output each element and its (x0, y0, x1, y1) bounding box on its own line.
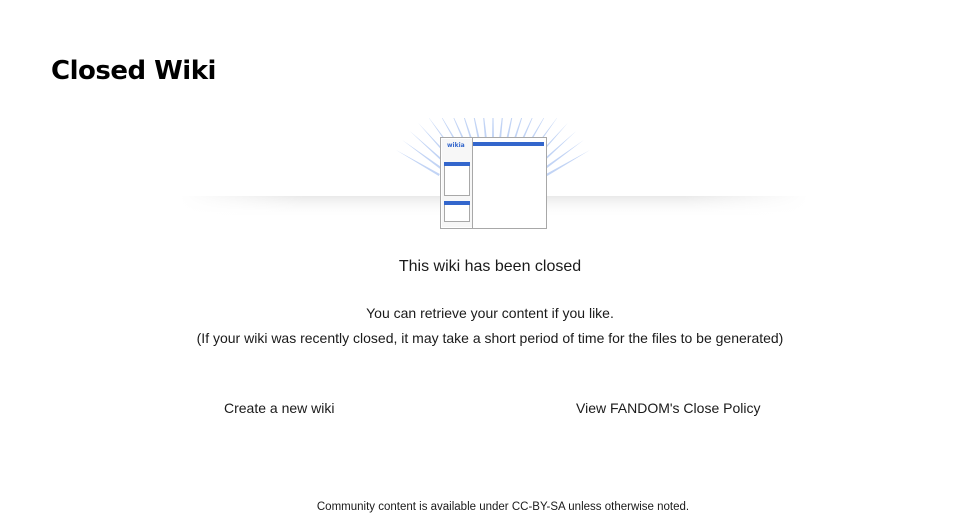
browser-window-icon: wikia (440, 137, 547, 229)
close-policy-link[interactable]: View FANDOM's Close Policy (576, 400, 760, 416)
closed-heading: This wiki has been closed (398, 258, 582, 275)
page-title: Closed Wiki (51, 56, 216, 86)
create-new-wiki-link[interactable]: Create a new wiki (224, 400, 335, 416)
generation-delay-note: (If your wiki was recently closed, it ma… (196, 330, 784, 346)
closed-wiki-illustration: wikia (180, 118, 808, 229)
license-footer-note: Community content is available under CC-… (316, 501, 690, 513)
closed-wiki-page: Closed Wiki wikia This wiki has been clo… (0, 0, 980, 521)
retrieve-content-text: You can retrieve your content if you lik… (366, 305, 614, 321)
wikia-logo: wikia (447, 142, 465, 149)
